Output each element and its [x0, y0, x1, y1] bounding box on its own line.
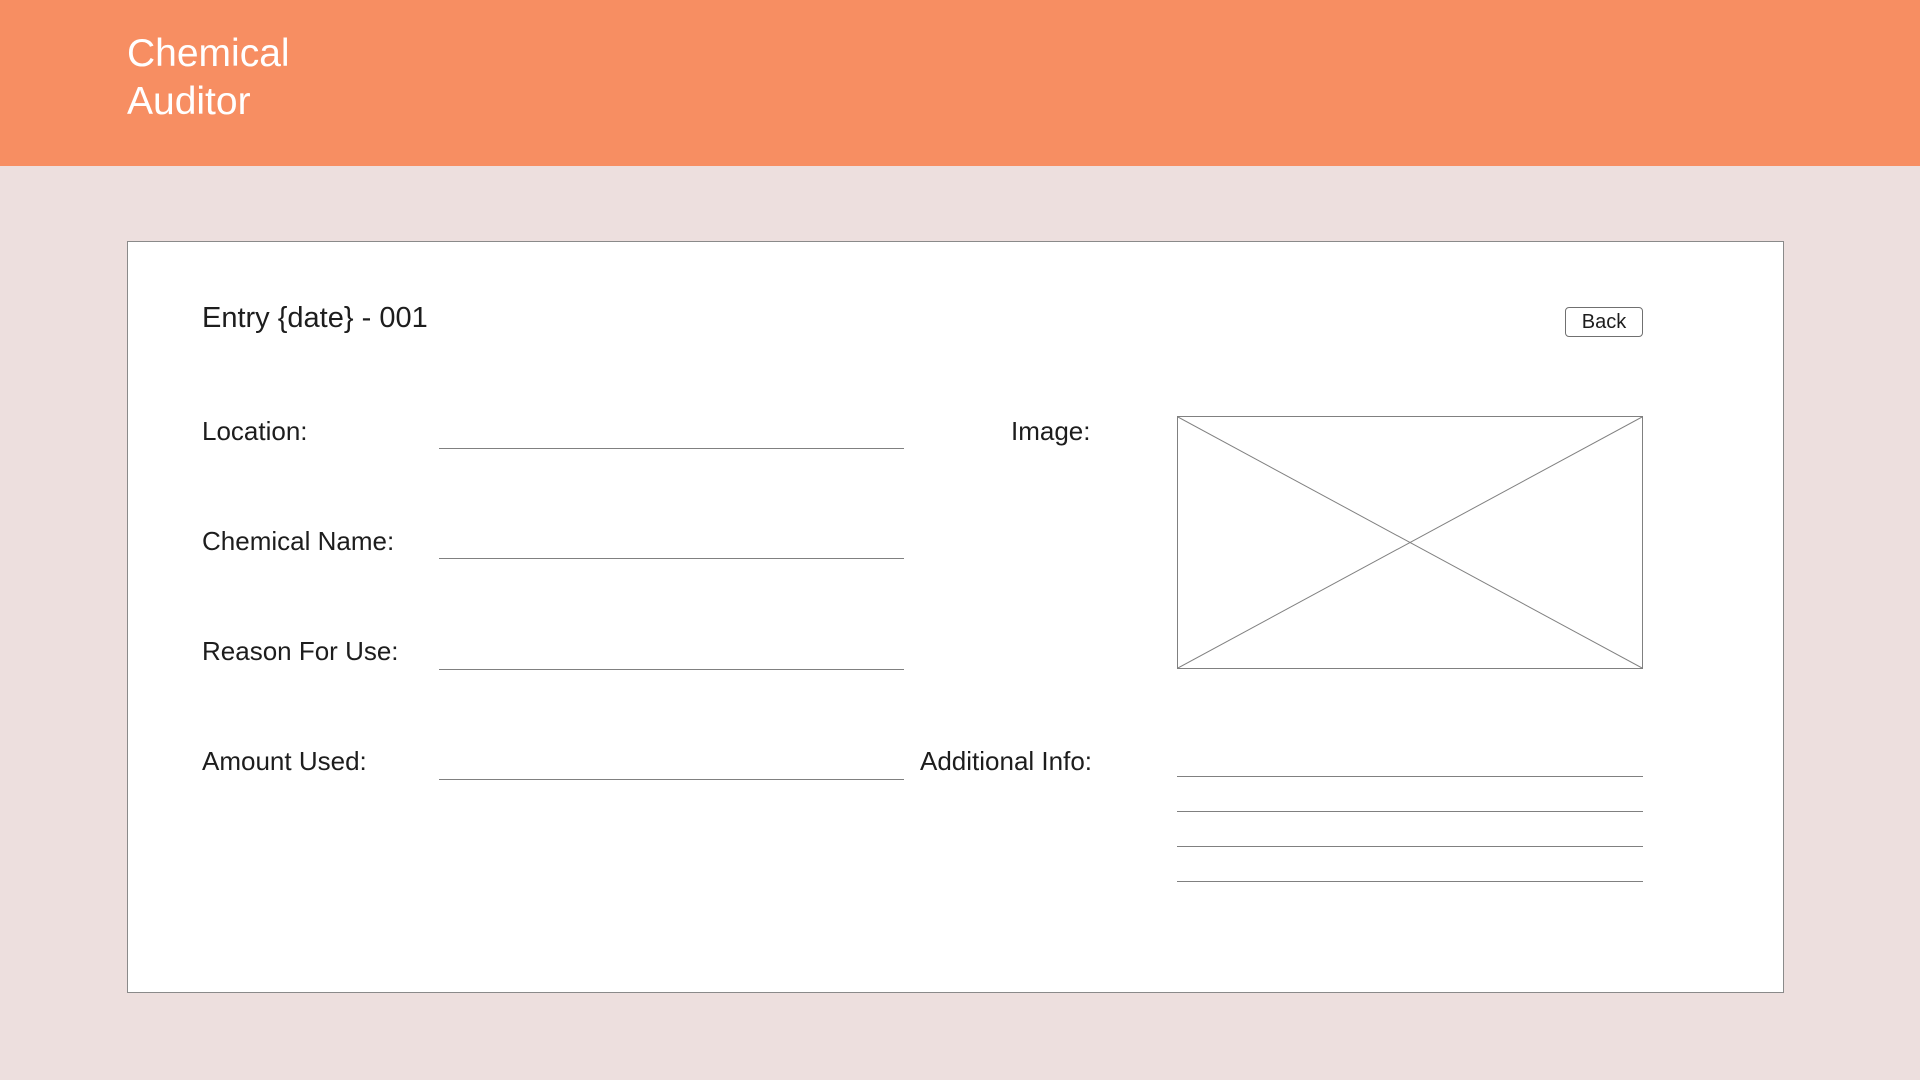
reason-for-use-field[interactable]	[439, 669, 904, 670]
amount-used-field[interactable]	[439, 779, 904, 780]
amount-used-label: Amount Used:	[202, 746, 367, 776]
entry-panel: Entry {date} - 001 Back Location: Chemic…	[127, 241, 1784, 993]
app-title: Chemical Auditor	[127, 30, 290, 126]
image-placeholder-icon	[1178, 417, 1642, 668]
additional-info-line-1[interactable]	[1177, 776, 1643, 777]
reason-for-use-label: Reason For Use:	[202, 636, 399, 666]
back-button[interactable]: Back	[1565, 307, 1643, 337]
location-field[interactable]	[439, 448, 904, 449]
location-label: Location:	[202, 416, 308, 446]
image-placeholder[interactable]	[1177, 416, 1643, 669]
additional-info-line-2[interactable]	[1177, 811, 1643, 812]
chemical-name-field[interactable]	[439, 558, 904, 559]
app-title-line-2: Auditor	[127, 80, 251, 123]
image-label: Image:	[1011, 416, 1091, 446]
additional-info-line-3[interactable]	[1177, 846, 1643, 847]
app-title-line-1: Chemical	[127, 32, 290, 75]
app-header: Chemical Auditor	[0, 0, 1920, 166]
entry-title: Entry {date} - 001	[202, 302, 428, 334]
additional-info-label: Additional Info:	[920, 746, 1093, 776]
additional-info-line-4[interactable]	[1177, 881, 1643, 882]
chemical-name-label: Chemical Name:	[202, 526, 395, 556]
